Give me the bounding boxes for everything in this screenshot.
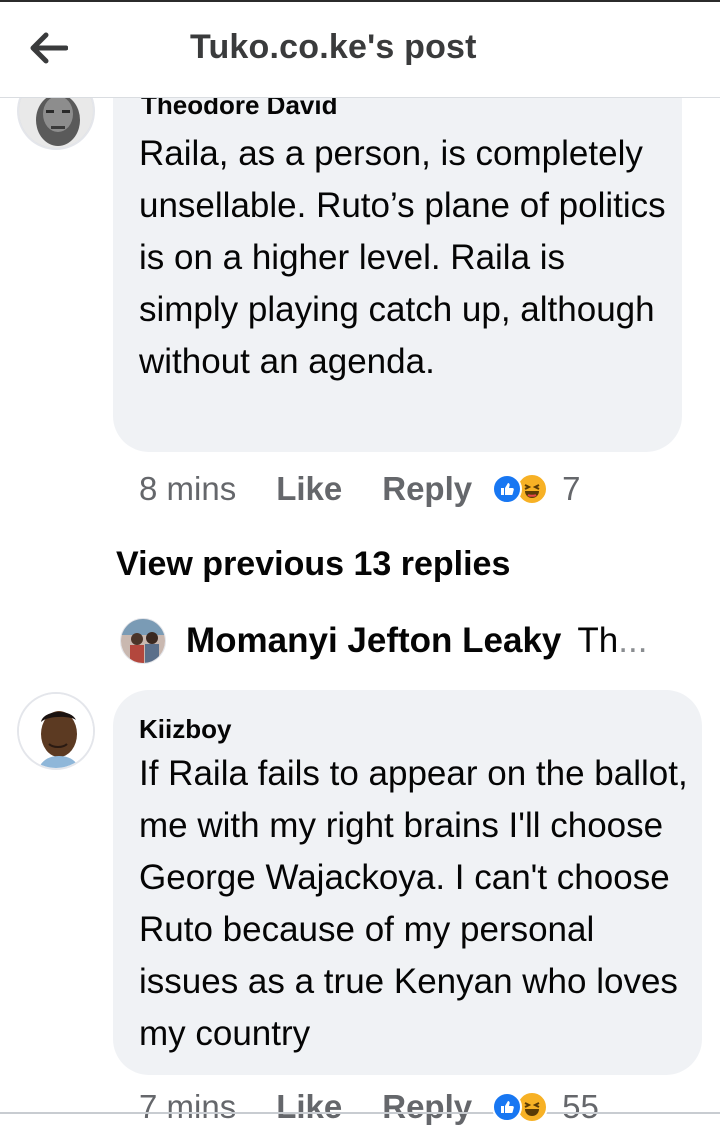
comment-bubble: Kiizboy If Raila fails to appear on the … [113, 690, 702, 1075]
reaction-count[interactable]: 7 [562, 470, 580, 508]
like-icon [492, 1092, 523, 1122]
like-icon [492, 474, 523, 504]
avatar-momanyi[interactable] [120, 618, 166, 664]
avatar-kiizboy[interactable] [17, 692, 95, 770]
app-header: Tuko.co.ke's post [0, 0, 720, 98]
reply-author[interactable]: Momanyi Jefton Leaky [186, 621, 561, 661]
reply-ellipsis: ... [618, 621, 648, 660]
collapsed-reply[interactable]: Momanyi Jefton Leaky Th... [120, 618, 647, 664]
profile-photo [121, 619, 165, 663]
comment-time[interactable]: 7 mins [139, 1088, 236, 1125]
comment-author[interactable]: Kiizboy [139, 714, 231, 745]
comment-bubble: Theodore David Raila, as a person, is co… [113, 60, 682, 452]
reactions-summary[interactable] [492, 473, 549, 505]
like-button[interactable]: Like [276, 1088, 342, 1125]
comment-text: If Raila fails to appear on the ballot, … [139, 754, 688, 1053]
arrow-left-icon [30, 32, 68, 64]
comment-time[interactable]: 8 mins [139, 470, 236, 508]
status-divider [0, 0, 720, 2]
like-button[interactable]: Like [276, 470, 342, 508]
view-previous-replies[interactable]: View previous 13 replies [116, 545, 510, 584]
comment-actions: 8 mins Like Reply 7 [139, 470, 580, 508]
comment-actions: 7 mins Like Reply 55 [139, 1088, 599, 1125]
reaction-count[interactable]: 55 [562, 1088, 599, 1125]
reply-snippet: Th [577, 621, 619, 660]
back-button[interactable] [24, 24, 72, 72]
reactions-summary[interactable] [492, 1091, 549, 1123]
comments-feed: Theodore David Raila, as a person, is co… [0, 0, 720, 1125]
reply-button[interactable]: Reply [382, 470, 472, 508]
profile-photo [19, 694, 93, 768]
comment-text: Raila, as a person, is completely unsell… [139, 134, 666, 381]
page-title: Tuko.co.ke's post [190, 28, 477, 66]
screen-bottom-divider [0, 1112, 720, 1114]
reply-button[interactable]: Reply [382, 1088, 472, 1125]
